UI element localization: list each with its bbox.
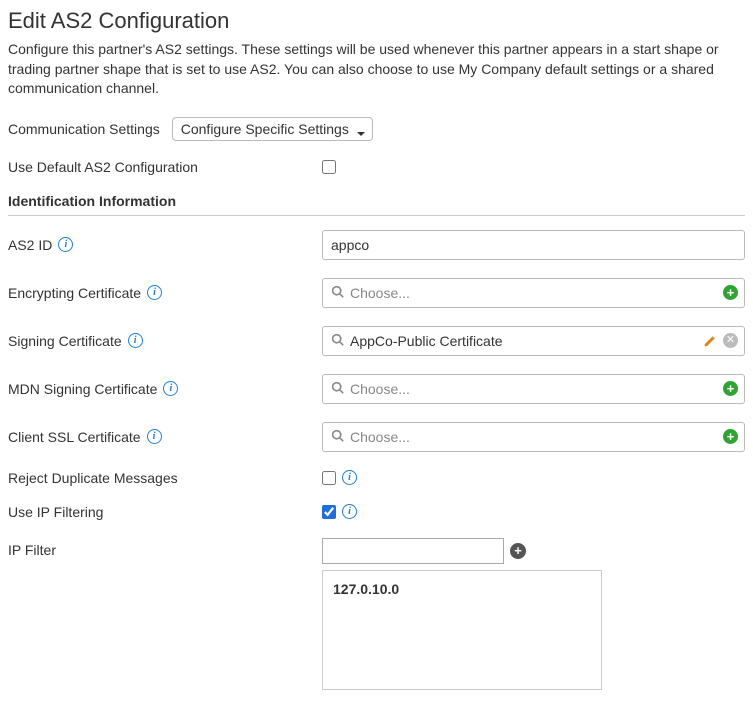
signing-cert-label: Signing Certificate bbox=[8, 333, 122, 349]
info-icon[interactable]: i bbox=[128, 333, 143, 348]
info-icon[interactable]: i bbox=[163, 381, 178, 396]
reject-dup-checkbox[interactable] bbox=[322, 471, 336, 485]
encrypting-cert-label: Encrypting Certificate bbox=[8, 285, 141, 301]
search-icon bbox=[331, 429, 344, 445]
reject-dup-label: Reject Duplicate Messages bbox=[8, 470, 178, 486]
use-ip-filter-label: Use IP Filtering bbox=[8, 504, 103, 520]
plus-icon: + bbox=[723, 429, 738, 444]
ip-filter-label: IP Filter bbox=[8, 542, 56, 558]
mdn-cert-input[interactable] bbox=[350, 381, 717, 397]
as2-id-input[interactable] bbox=[322, 230, 745, 260]
use-default-checkbox[interactable] bbox=[322, 160, 336, 174]
ip-filter-input[interactable] bbox=[322, 538, 504, 564]
comm-settings-select[interactable]: Configure Specific Settings bbox=[172, 117, 373, 141]
info-icon[interactable]: i bbox=[342, 470, 357, 485]
signing-cert-value: AppCo-Public Certificate bbox=[350, 333, 697, 349]
comm-settings-select-wrap: Configure Specific Settings bbox=[172, 117, 373, 141]
info-icon[interactable]: i bbox=[147, 285, 162, 300]
add-button[interactable]: + bbox=[723, 429, 738, 444]
info-icon[interactable]: i bbox=[58, 237, 73, 252]
use-ip-filter-checkbox[interactable] bbox=[322, 505, 336, 519]
add-button[interactable]: + bbox=[723, 381, 738, 396]
search-icon bbox=[331, 285, 344, 301]
ssl-cert-input[interactable] bbox=[350, 429, 717, 445]
ssl-cert-label: Client SSL Certificate bbox=[8, 429, 141, 445]
comm-settings-label: Communication Settings bbox=[8, 121, 160, 137]
encrypting-cert-chooser[interactable]: + bbox=[322, 278, 745, 308]
search-icon bbox=[331, 333, 344, 349]
section-identification: Identification Information bbox=[8, 193, 745, 216]
info-icon[interactable]: i bbox=[342, 504, 357, 519]
signing-cert-chooser[interactable]: AppCo-Public Certificate ✕ bbox=[322, 326, 745, 356]
mdn-cert-label: MDN Signing Certificate bbox=[8, 381, 157, 397]
plus-icon: + bbox=[723, 381, 738, 396]
clear-button[interactable]: ✕ bbox=[723, 333, 738, 348]
mdn-cert-chooser[interactable]: + bbox=[322, 374, 745, 404]
search-icon bbox=[331, 381, 344, 397]
plus-icon: + bbox=[723, 285, 738, 300]
page-description: Configure this partner's AS2 settings. T… bbox=[8, 40, 745, 99]
page-title: Edit AS2 Configuration bbox=[8, 8, 745, 34]
ip-filter-item[interactable]: 127.0.10.0 bbox=[333, 579, 591, 599]
ssl-cert-chooser[interactable]: + bbox=[322, 422, 745, 452]
edit-button[interactable] bbox=[703, 334, 717, 348]
close-icon: ✕ bbox=[723, 333, 738, 348]
add-button[interactable]: + bbox=[723, 285, 738, 300]
ip-filter-list[interactable]: 127.0.10.0 bbox=[322, 570, 602, 690]
as2-id-label: AS2 ID bbox=[8, 237, 52, 253]
encrypting-cert-input[interactable] bbox=[350, 285, 717, 301]
plus-icon: + bbox=[510, 543, 526, 559]
info-icon[interactable]: i bbox=[147, 429, 162, 444]
use-default-label: Use Default AS2 Configuration bbox=[8, 159, 198, 175]
ip-filter-add-button[interactable]: + bbox=[510, 543, 526, 559]
